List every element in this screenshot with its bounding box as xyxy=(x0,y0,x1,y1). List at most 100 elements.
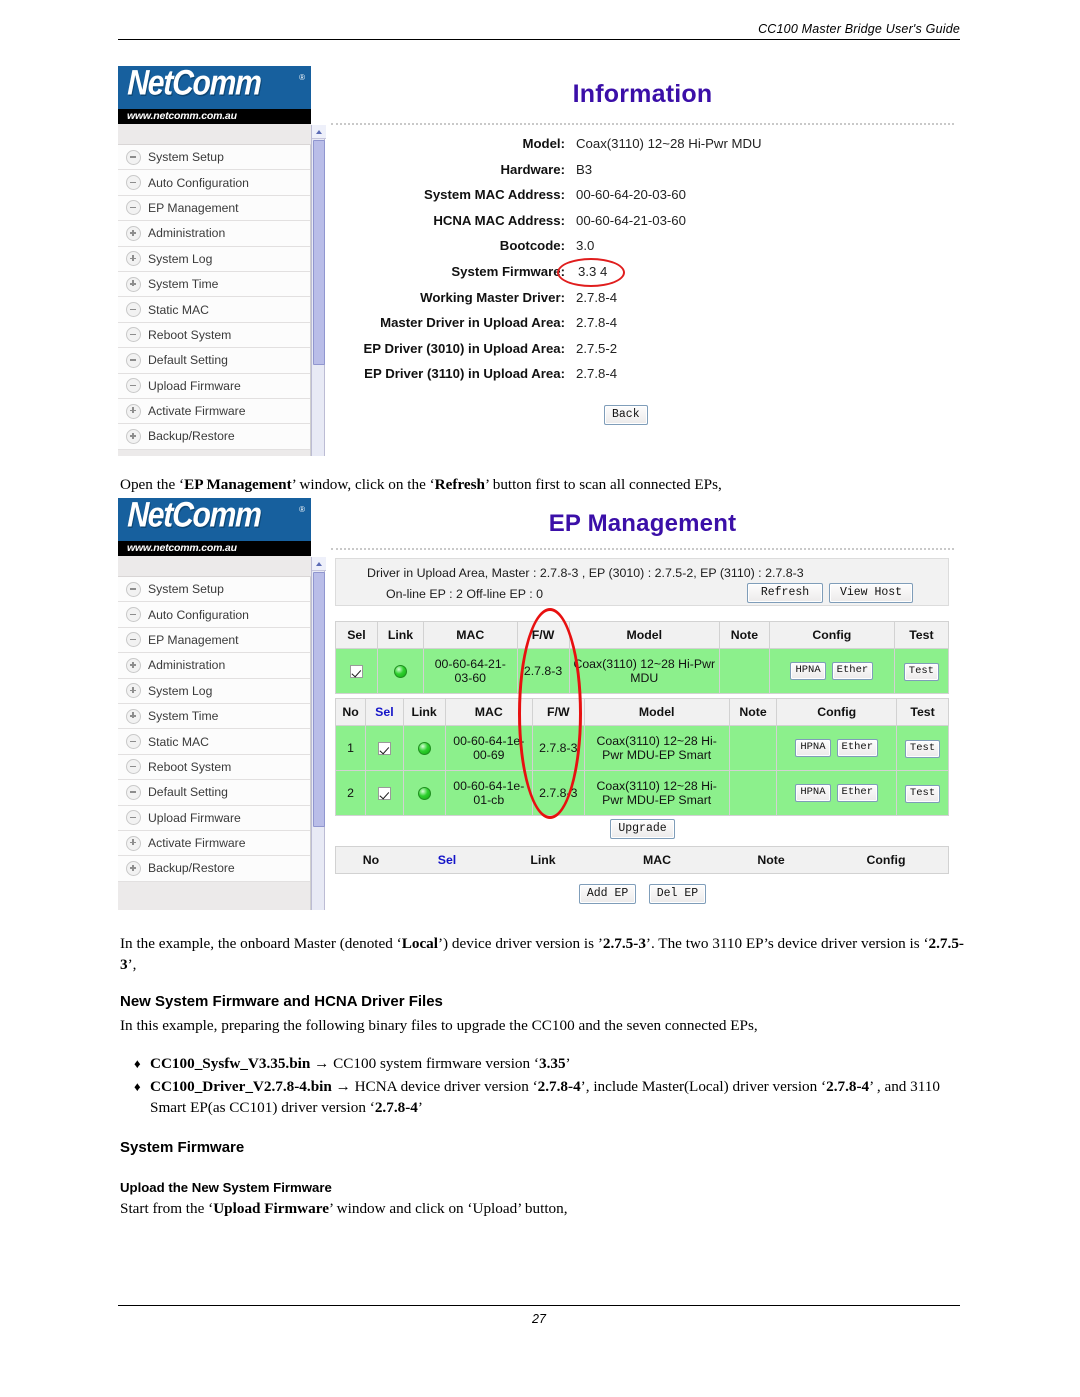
row-select-checkbox[interactable] xyxy=(377,787,391,801)
test-button[interactable]: Test xyxy=(904,784,941,803)
logo-wordmark-2: NetComm xyxy=(126,498,262,535)
plus-node-icon[interactable] xyxy=(126,835,141,851)
minus-node-icon[interactable] xyxy=(126,632,141,648)
minus-node-icon[interactable] xyxy=(126,200,141,216)
sidebar-scrollbar[interactable] xyxy=(311,125,326,456)
sidebar-item-ep-management[interactable]: EP Management xyxy=(118,627,310,654)
config-ether-button[interactable]: Ether xyxy=(836,739,879,757)
body-text: In this example, preparing the following… xyxy=(120,1017,758,1034)
minus-node-icon[interactable] xyxy=(126,302,141,318)
offline-column-header-sel[interactable]: Sel xyxy=(406,847,488,873)
body-text: ’. The two 3110 EP’s device driver versi… xyxy=(645,935,929,952)
plus-node-icon[interactable] xyxy=(126,225,141,241)
sidebar-item-administration[interactable]: Administration xyxy=(118,653,310,679)
minus-node-icon[interactable] xyxy=(126,581,141,597)
sidebar-item-label: EP Management xyxy=(148,200,239,215)
ep-management-content: EP Management Driver in Upload Area, Mas… xyxy=(327,498,958,910)
scroll-up-arrow-icon[interactable] xyxy=(312,125,326,139)
sidebar-menu[interactable]: System Setup Auto Configuration EP Managem… xyxy=(118,145,311,450)
config-ether-button[interactable]: Ether xyxy=(831,662,874,680)
sidebar-item-upload-firmware[interactable]: Upload Firmware xyxy=(118,805,310,831)
plus-node-icon[interactable] xyxy=(126,708,141,724)
minus-node-icon[interactable] xyxy=(126,327,141,343)
minus-node-icon[interactable] xyxy=(126,734,141,750)
cell-test: Test xyxy=(896,725,949,771)
sidebar-item-administration[interactable]: Administration xyxy=(118,221,310,247)
view-host-button[interactable]: View Host xyxy=(829,583,913,603)
heading-new-system-firmware: New System Firmware and HCNA Driver File… xyxy=(120,993,443,1010)
sidebar-item-system-time[interactable]: System Time xyxy=(118,271,310,298)
sidebar-item-system-log[interactable]: System Log xyxy=(118,246,310,272)
upgrade-button[interactable]: Upgrade xyxy=(610,819,675,839)
row-select-checkbox[interactable] xyxy=(349,665,363,679)
status-strip: Driver in Upload Area, Master : 2.7.8-3 … xyxy=(335,558,949,606)
refresh-button[interactable]: Refresh xyxy=(747,583,823,603)
sidebar-item-system-time[interactable]: System Time xyxy=(118,703,310,730)
cell-fw: 2.7.8-3 xyxy=(516,648,570,694)
test-button[interactable]: Test xyxy=(904,739,941,758)
plus-node-icon[interactable] xyxy=(126,657,141,673)
scrollbar-thumb[interactable] xyxy=(313,140,325,365)
plus-node-icon[interactable] xyxy=(126,403,141,419)
minus-node-icon[interactable] xyxy=(126,607,141,623)
sidebar-item-ep-management[interactable]: EP Management xyxy=(118,195,310,222)
offline-column-header-no: No xyxy=(362,853,380,867)
emphasis-text: CC100_Driver_V2.7.8-4.bin xyxy=(150,1077,332,1095)
minus-node-icon[interactable] xyxy=(126,352,141,368)
sidebar-item-reboot-system[interactable]: Reboot System xyxy=(118,322,310,349)
minus-node-icon[interactable] xyxy=(126,784,141,800)
sidebar-item-system-setup[interactable]: System Setup xyxy=(118,577,310,603)
cell-fw: 2.7.8-3 xyxy=(532,770,585,816)
sidebar-scrollbar-2[interactable] xyxy=(311,557,326,910)
sidebar-item-activate-firmware[interactable]: Activate Firmware xyxy=(118,398,310,425)
minus-node-icon[interactable] xyxy=(126,149,141,165)
plus-node-icon[interactable] xyxy=(126,428,141,444)
sidebar-item-label: Auto Configuration xyxy=(148,607,249,622)
sidebar-item-label: Upload Firmware xyxy=(148,810,241,825)
info-row: Model: Coax(3110) 12~28 Hi-Pwr MDU xyxy=(327,136,958,162)
sidebar-item-auto-configuration[interactable]: Auto Configuration xyxy=(118,170,310,196)
test-button[interactable]: Test xyxy=(903,662,939,681)
column-header-sel[interactable]: Sel xyxy=(365,698,404,726)
sidebar-menu-2[interactable]: System Setup Auto Configuration EP Managem… xyxy=(118,577,311,882)
sidebar-item-reboot-system[interactable]: Reboot System xyxy=(118,754,310,781)
add-ep-button[interactable]: Add EP xyxy=(578,884,637,904)
cell-no: 2 xyxy=(334,770,367,816)
row-select-checkbox[interactable] xyxy=(377,742,391,756)
emphasis-text: 2.7.8-4 xyxy=(374,1099,418,1116)
sidebar-item-backup-restore[interactable]: Backup/Restore xyxy=(118,856,310,882)
info-field-label: EP Driver (3010) in Upload Area: xyxy=(363,340,565,356)
cell-select xyxy=(365,725,404,771)
cell-mac: 00-60-64-21-03-60 xyxy=(423,648,518,694)
plus-node-icon[interactable] xyxy=(126,860,141,876)
config-hpna-button[interactable]: HPNA xyxy=(795,784,831,802)
sidebar-item-upload-firmware[interactable]: Upload Firmware xyxy=(118,373,310,399)
sidebar-top-spacer-2 xyxy=(118,556,311,577)
sidebar-item-static-mac[interactable]: Static MAC xyxy=(118,729,310,755)
minus-node-icon[interactable] xyxy=(126,175,141,191)
cell-test: Test xyxy=(896,770,949,816)
sidebar-item-system-log[interactable]: System Log xyxy=(118,678,310,704)
plus-node-icon[interactable] xyxy=(126,276,141,292)
scrollbar-thumb-2[interactable] xyxy=(313,572,325,827)
back-button-visible[interactable]: Back xyxy=(604,405,648,425)
plus-node-icon[interactable] xyxy=(126,683,141,699)
plus-node-icon[interactable] xyxy=(126,251,141,267)
cell-model: Coax(3110) 12~28 Hi-Pwr MDU-EP Smart xyxy=(583,770,730,816)
del-ep-button[interactable]: Del EP xyxy=(648,884,707,904)
minus-node-icon[interactable] xyxy=(126,378,141,394)
minus-node-icon[interactable] xyxy=(126,810,141,826)
scroll-up-arrow-icon-2[interactable] xyxy=(312,557,326,571)
sidebar-item-system-setup[interactable]: System Setup xyxy=(118,145,310,171)
sidebar-item-activate-firmware[interactable]: Activate Firmware xyxy=(118,830,310,857)
sidebar-item-static-mac[interactable]: Static MAC xyxy=(118,297,310,323)
sidebar-item-default-setting[interactable]: Default Setting xyxy=(118,348,310,374)
config-hpna-button[interactable]: HPNA xyxy=(795,739,831,757)
config-hpna-button[interactable]: HPNA xyxy=(790,662,826,680)
table-row: 2 00-60-64-1e-01-cb 2.7.8-3 Coax(3110) 12~2… xyxy=(334,770,949,816)
sidebar-item-backup-restore[interactable]: Backup/Restore xyxy=(118,424,310,450)
sidebar-item-default-setting[interactable]: Default Setting xyxy=(118,780,310,806)
sidebar-item-auto-configuration[interactable]: Auto Configuration xyxy=(118,602,310,628)
config-ether-button[interactable]: Ether xyxy=(836,784,879,802)
minus-node-icon[interactable] xyxy=(126,759,141,775)
